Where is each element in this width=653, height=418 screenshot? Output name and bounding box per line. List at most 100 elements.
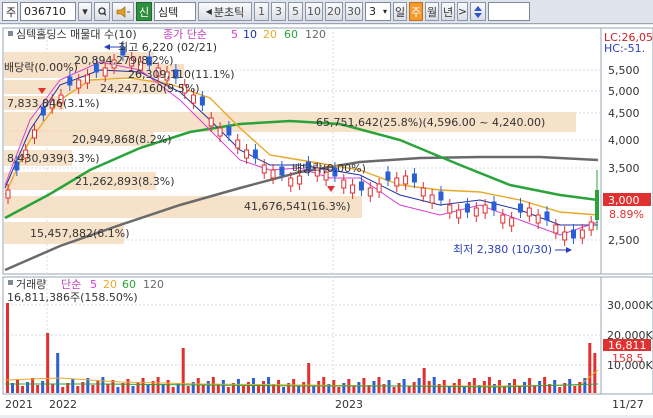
candle-body [579,229,585,239]
period-button-30[interactable]: 30 [345,2,363,21]
candle-body [102,67,108,77]
count-select[interactable]: 3 ▾ [365,2,391,21]
volume-bar [262,381,266,393]
volume-bar [568,379,572,393]
chart-toolbar: 주 036710 ▾ 신 심텍 ◀ 분초틱 1 3 5 10 20 30 3 ▾ 일… [0,0,653,24]
volume-bar [307,363,311,393]
sound-button[interactable] [112,2,134,21]
volume-bar [523,382,527,393]
candle-body [411,173,417,183]
volume-bar [377,377,381,393]
volume-bar [437,384,441,393]
code-dropdown-button[interactable]: ▾ [78,2,92,21]
volume-bar [236,379,240,393]
current-price-pct: 8.89% [609,208,644,221]
volume-bar [36,385,40,393]
next-button[interactable]: > [457,2,468,21]
volume-bar [317,381,321,393]
speaker-icon [116,5,130,18]
candle-body [270,169,276,179]
current-volume-pct: 158.5 [612,352,644,365]
volume-bar [467,382,471,393]
month-button[interactable]: 월 [425,2,439,21]
mode-select[interactable]: 주 [2,2,18,21]
volume-bar [71,379,75,393]
day-button[interactable]: 일 [393,2,407,21]
volume-bar [257,385,260,393]
period-button-20[interactable]: 20 [325,2,343,21]
volume-bar [16,379,20,393]
updown-button[interactable] [470,2,486,21]
chevron-down-icon: ▾ [382,7,387,16]
volume-bar [56,353,60,393]
period-1-label: 1 [258,5,265,18]
volume-bar [31,378,35,393]
new-stock-button[interactable]: 신 [136,2,152,21]
candle-body [297,175,303,185]
volume-bar [357,382,361,393]
candle-body [367,187,373,197]
volume-bar [452,383,456,393]
stock-code-input[interactable]: 036710 [20,2,76,21]
search-icon [98,6,106,16]
period-10-label: 10 [307,5,321,18]
volume-bar [246,382,250,393]
candle-body [509,217,515,227]
volume-summary: 16,811,386주(158.50%) [7,291,138,304]
tick-mode-button[interactable]: ◀ 분초틱 [198,2,252,21]
volume-bar [126,379,130,393]
volume-bar [181,348,185,393]
volume-bar [146,385,150,393]
volume-bar [518,386,522,393]
legend-square-icon [8,280,13,285]
period-button-3[interactable]: 3 [271,2,286,21]
vol-legend-ma5: 5 [90,278,97,291]
volume-bar [352,386,356,393]
candle-body [217,127,223,137]
legend-ma5: 5 [231,28,238,41]
volume-bar [342,383,346,393]
volume-bar [553,380,557,393]
search-button[interactable] [94,2,110,21]
volume-bar [201,385,205,393]
candle-body [252,149,258,159]
period-button-1[interactable]: 1 [254,2,269,21]
year-label: 년 [442,5,454,19]
week-button[interactable]: 주 [409,2,423,21]
candle-body [420,187,426,197]
stock-name: 심텍 [158,5,179,19]
volume-bar [387,380,391,393]
vol-legend-ma20: 20 [103,278,117,291]
legend-ma60: 60 [284,28,298,41]
year-button[interactable]: 년 [441,2,455,21]
extra-input[interactable] [488,2,530,21]
candle-body [235,139,241,149]
price-tick-4000: 4,000 [608,134,640,147]
volume-bar [131,386,135,393]
period-button-5[interactable]: 5 [288,2,303,21]
volume-bar [277,380,281,393]
period-30-label: 30 [347,5,361,18]
mode-label: 주 [6,5,17,19]
volume-bar [101,377,105,393]
legend-ma10: 10 [243,28,257,41]
period-20-label: 20 [327,5,341,18]
period-button-10[interactable]: 10 [305,2,323,21]
price-legend-ma-label: 종가 단순 [163,28,207,41]
volume-bar [502,387,506,393]
candle-body [429,194,435,204]
week-label: 주 [410,5,422,19]
stock-chart[interactable]: 심텍홀딩스 매물대 수(10) 종가 단순 5 10 20 60 120 20,… [0,25,653,415]
vol-legend-ma120: 120 [143,278,164,291]
price-tick-5500: 5,500 [608,64,640,77]
candle-body [482,204,488,214]
volume-bar [487,377,491,393]
volume-bar [206,381,210,393]
candle-body [438,191,444,201]
stock-code: 036710 [24,5,66,18]
sin-label: 신 [138,5,150,19]
price-tick-4500: 4,500 [608,107,640,120]
volume-bar [76,386,80,393]
chart-area[interactable]: 심텍홀딩스 매물대 수(10) 종가 단순 5 10 20 60 120 20,… [0,25,653,415]
candle-body [76,79,82,89]
